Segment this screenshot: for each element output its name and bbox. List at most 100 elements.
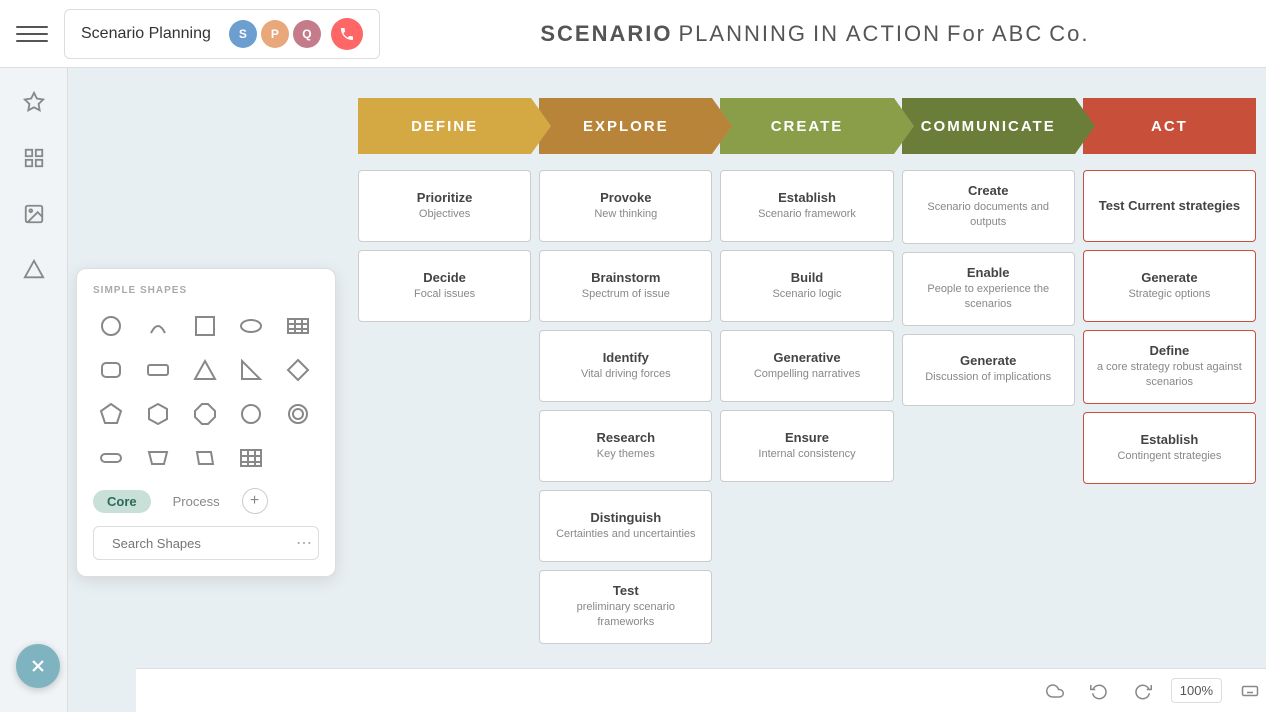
undo-icon[interactable] [1083, 675, 1115, 707]
shapes-search-box[interactable]: ⋯ [93, 526, 319, 560]
app-title-part2: PLANNING [679, 21, 807, 47]
shape-pill[interactable] [93, 440, 129, 476]
card-provoke-sub: New thinking [594, 207, 657, 222]
card-enable-sub: People to experience the scenarios [913, 282, 1064, 313]
card-define-act-title: Define [1150, 343, 1190, 358]
topbar: Scenario Planning S P Q SCENARIO PLANNIN… [0, 0, 1266, 68]
sidebar-icon-grid[interactable] [16, 140, 52, 176]
tab-core[interactable]: Core [93, 490, 151, 513]
card-enable-title: Enable [967, 265, 1010, 280]
shape-table[interactable] [280, 308, 316, 344]
card-test-explore-title: Test [613, 583, 639, 598]
col-define: Prioritize Objectives Decide Focal issue… [358, 170, 531, 322]
card-establish-create-sub: Scenario framework [758, 207, 856, 222]
shape-pentagon[interactable] [93, 396, 129, 432]
card-brainstorm[interactable]: Brainstorm Spectrum of issue [539, 250, 712, 322]
card-distinguish[interactable]: Distinguish Certainties and uncertaintie… [539, 490, 712, 562]
shape-diamond[interactable] [280, 352, 316, 388]
shape-rect-flat[interactable] [140, 352, 176, 388]
card-distinguish-title: Distinguish [590, 510, 661, 525]
card-build[interactable]: Build Scenario logic [720, 250, 893, 322]
shape-rect-rounded[interactable] [93, 352, 129, 388]
title-box: Scenario Planning S P Q [64, 9, 380, 59]
call-icon[interactable] [331, 18, 363, 50]
add-tab-button[interactable]: + [242, 488, 268, 514]
app-title-part3: IN ACTION [813, 21, 941, 47]
card-enable[interactable]: Enable People to experience the scenario… [902, 252, 1075, 326]
avatar-s[interactable]: S [229, 20, 257, 48]
card-brainstorm-title: Brainstorm [591, 270, 660, 285]
card-test-explore[interactable]: Test preliminary scenario frameworks [539, 570, 712, 644]
header-define: DEFINE [358, 98, 531, 154]
card-generate-act-title: Generate [1141, 270, 1197, 285]
card-generate-act[interactable]: Generate Strategic options [1083, 250, 1256, 322]
header-act: ACT [1083, 98, 1256, 154]
card-identify[interactable]: Identify Vital driving forces [539, 330, 712, 402]
card-define-act[interactable]: Define a core strategy robust against sc… [1083, 330, 1256, 404]
keyboard-icon[interactable] [1234, 675, 1266, 707]
card-generative[interactable]: Generative Compelling narratives [720, 330, 893, 402]
card-research[interactable]: Research Key themes [539, 410, 712, 482]
card-establish-create[interactable]: Establish Scenario framework [720, 170, 893, 242]
canvas: SIMPLE SHAPES [68, 68, 1266, 712]
card-decide-sub: Focal issues [414, 287, 475, 302]
app-title-part4: For [947, 21, 986, 47]
card-generate-comm[interactable]: Generate Discussion of implications [902, 334, 1075, 406]
shape-octagon[interactable] [187, 396, 223, 432]
sidebar-icon-shapes[interactable] [16, 252, 52, 288]
card-establish-act[interactable]: Establish Contingent strategies [1083, 412, 1256, 484]
shape-triangle[interactable] [187, 352, 223, 388]
card-establish-create-title: Establish [778, 190, 836, 205]
tab-process[interactable]: Process [159, 490, 234, 513]
search-input[interactable] [112, 536, 288, 551]
shape-hexagon[interactable] [140, 396, 176, 432]
shape-circle3[interactable] [280, 396, 316, 432]
avatar-q[interactable]: Q [293, 20, 321, 48]
shape-right-triangle[interactable] [233, 352, 269, 388]
header-communicate: COMMUNICATE [902, 98, 1075, 154]
fab-close-button[interactable] [16, 644, 60, 688]
card-establish-act-title: Establish [1141, 432, 1199, 447]
app-title-part5: ABC [992, 21, 1043, 47]
avatar-p[interactable]: P [261, 20, 289, 48]
card-provoke[interactable]: Provoke New thinking [539, 170, 712, 242]
columns-row: Prioritize Objectives Decide Focal issue… [358, 170, 1256, 644]
shape-circle[interactable] [93, 308, 129, 344]
shape-grid[interactable] [233, 440, 269, 476]
shape-trapezoid[interactable] [140, 440, 176, 476]
shape-square[interactable] [187, 308, 223, 344]
card-generate-comm-sub: Discussion of implications [925, 370, 1051, 385]
card-identify-title: Identify [603, 350, 649, 365]
card-ensure[interactable]: Ensure Internal consistency [720, 410, 893, 482]
document-title: Scenario Planning [81, 25, 211, 43]
card-test-current[interactable]: Test Current strategies [1083, 170, 1256, 242]
header-act-label: ACT [1151, 118, 1188, 135]
shape-parallelogram[interactable] [187, 440, 223, 476]
header-create-label: CREATE [771, 118, 844, 135]
card-create-comm-title: Create [968, 183, 1008, 198]
col-communicate: Create Scenario documents and outputs En… [902, 170, 1075, 406]
shape-arc[interactable] [140, 308, 176, 344]
card-generate-act-sub: Strategic options [1128, 287, 1210, 302]
zoom-label[interactable]: 100% [1171, 678, 1222, 703]
cloud-icon[interactable] [1039, 675, 1071, 707]
menu-button[interactable] [16, 18, 48, 50]
sidebar-icon-image[interactable] [16, 196, 52, 232]
card-prioritize[interactable]: Prioritize Objectives [358, 170, 531, 242]
col-explore: Provoke New thinking Brainstorm Spectrum… [539, 170, 712, 644]
headers-row: DEFINE EXPLORE CREATE COMMUNICATE ACT [358, 98, 1256, 154]
more-options-icon[interactable]: ⋯ [296, 533, 312, 553]
card-prioritize-title: Prioritize [417, 190, 473, 205]
card-create-comm[interactable]: Create Scenario documents and outputs [902, 170, 1075, 244]
shapes-panel-title: SIMPLE SHAPES [93, 285, 319, 296]
shape-oval[interactable] [233, 308, 269, 344]
redo-icon[interactable] [1127, 675, 1159, 707]
sidebar-icon-star[interactable] [16, 84, 52, 120]
app-title-part1: SCENARIO [540, 21, 672, 47]
card-build-sub: Scenario logic [772, 287, 841, 302]
shape-circle2[interactable] [233, 396, 269, 432]
card-ensure-title: Ensure [785, 430, 829, 445]
card-brainstorm-sub: Spectrum of issue [582, 287, 670, 302]
card-create-comm-sub: Scenario documents and outputs [913, 200, 1064, 231]
card-decide[interactable]: Decide Focal issues [358, 250, 531, 322]
